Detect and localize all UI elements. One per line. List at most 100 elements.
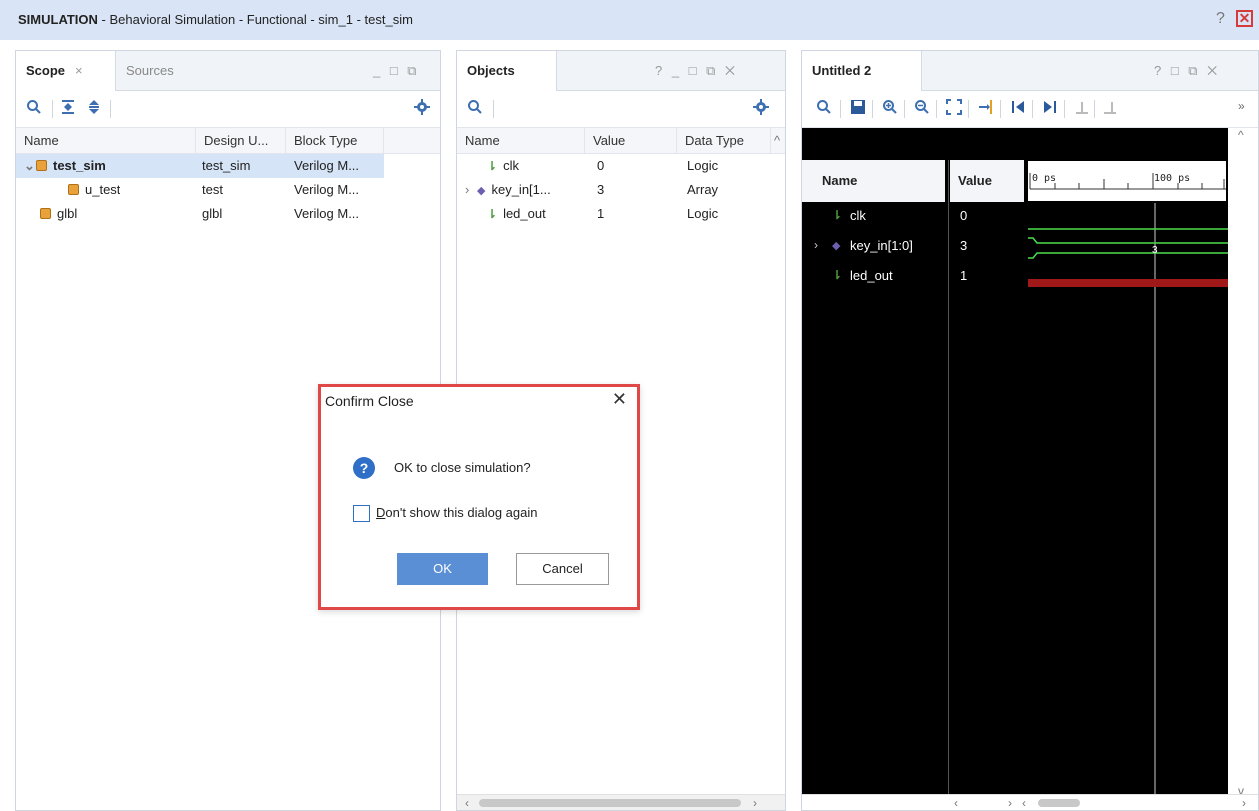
gear-icon[interactable] — [751, 99, 771, 119]
wave-vertical-scrollbar[interactable]: ^ v — [1228, 128, 1258, 810]
object-name: clk — [503, 158, 519, 173]
toolbar-separator — [110, 100, 111, 118]
wave-signal-led-out[interactable]: ⇂ led_out — [802, 263, 944, 291]
scope-toolbar — [16, 91, 440, 128]
module-icon — [40, 208, 51, 219]
objects-tab-bar: Objects ? _ □ ⧉ ✕ — [457, 51, 785, 91]
splitter-line — [948, 160, 949, 810]
tab-objects[interactable]: Objects — [457, 51, 557, 91]
toolbar-separator — [1064, 100, 1065, 118]
wave-signal-clk[interactable]: ⇂ clk — [802, 203, 944, 231]
gear-icon[interactable] — [412, 99, 432, 119]
dialog-close-button[interactable]: ✕ — [612, 389, 627, 410]
timeline-ticks — [1029, 173, 1226, 190]
objects-row-clk[interactable]: ⇂ clk 0 Logic — [457, 154, 771, 178]
scope-row-u-test[interactable]: u_test test Verilog M... — [16, 178, 384, 202]
zoom-out-icon[interactable] — [912, 99, 932, 119]
wave-value-header: Value — [950, 160, 1024, 202]
waveform-tab-bar: Untitled 2 ? □ ⧉ ✕ — [802, 51, 1258, 91]
column-header-design-unit[interactable]: Design U... — [196, 128, 286, 154]
column-header-name[interactable]: Name — [16, 128, 196, 154]
go-to-start-icon[interactable] — [1008, 99, 1028, 119]
array-signal-icon: ◆ — [477, 185, 486, 197]
zoom-in-icon[interactable] — [880, 99, 900, 119]
scroll-right-icon[interactable]: › — [753, 796, 757, 810]
search-icon[interactable] — [814, 99, 834, 119]
object-type: Array — [687, 182, 719, 197]
chevron-down-icon[interactable]: ⌄ — [24, 154, 36, 178]
scrollbar-thumb[interactable] — [1038, 799, 1080, 807]
scope-row-name: u_test — [85, 182, 121, 197]
scope-tab-bar: Scope × Sources _ □ ⧉ — [16, 51, 440, 91]
wave-signal-name: key_in[1:0] — [850, 238, 913, 253]
toolbar-separator — [968, 100, 969, 118]
previous-transition-icon[interactable] — [1072, 99, 1092, 119]
search-icon[interactable] — [24, 99, 44, 119]
column-header-block-type[interactable]: Block Type — [286, 128, 384, 154]
wave-signal-key-in[interactable]: › ◆ key_in[1:0] — [802, 233, 944, 261]
scroll-right-icon[interactable]: › — [1008, 796, 1012, 810]
object-type: Logic — [687, 206, 719, 221]
go-to-end-icon[interactable] — [1040, 99, 1060, 119]
cancel-button[interactable]: Cancel — [516, 553, 609, 585]
column-header-name[interactable]: Name — [457, 128, 585, 154]
scroll-up-icon[interactable]: ^ — [771, 128, 785, 154]
bus-value-label: 3 — [1152, 245, 1158, 256]
tab-close-icon[interactable]: × — [75, 63, 83, 78]
waveform-window-controls[interactable]: ? □ ⧉ ✕ — [1154, 63, 1220, 79]
next-transition-icon[interactable] — [1100, 99, 1120, 119]
save-icon[interactable] — [848, 99, 868, 119]
scroll-up-icon[interactable]: ^ — [1238, 128, 1244, 142]
zoom-fit-icon[interactable] — [944, 99, 964, 119]
ok-button[interactable]: OK — [397, 553, 488, 585]
help-icon[interactable]: ? — [1216, 10, 1225, 28]
tab-sources[interactable]: Sources — [116, 51, 196, 91]
scroll-right-icon[interactable]: › — [1242, 796, 1246, 810]
logic-signal-icon: ⇂ — [832, 268, 843, 282]
dont-show-again-label[interactable]: Don't show this dialog again — [376, 505, 537, 520]
wave-signal-value: 1 — [960, 268, 968, 283]
objects-horizontal-scrollbar[interactable]: ‹ › — [457, 794, 785, 810]
column-header-data-type[interactable]: Data Type — [677, 128, 771, 154]
close-window-button[interactable]: ✕ — [1236, 10, 1253, 27]
scrollbar-thumb[interactable] — [479, 799, 741, 807]
waveform-toolbar: » — [802, 91, 1258, 128]
toolbar-separator — [1032, 100, 1033, 118]
scope-row-name: glbl — [57, 206, 78, 221]
expand-all-icon[interactable] — [84, 99, 104, 119]
tab-scope[interactable]: Scope × — [16, 51, 116, 91]
tab-untitled-2[interactable]: Untitled 2 — [802, 51, 922, 91]
wave-signal-name: led_out — [850, 268, 893, 283]
objects-row-key-in[interactable]: › ◆ key_in[1... 3 Array — [457, 178, 771, 202]
go-to-cursor-icon[interactable] — [976, 99, 996, 119]
objects-row-led-out[interactable]: ⇂ led_out 1 Logic — [457, 202, 771, 226]
dialog-message: OK to close simulation? — [394, 460, 531, 475]
dont-show-again-checkbox[interactable] — [353, 505, 370, 522]
toolbar-separator — [936, 100, 937, 118]
logic-signal-icon: ⇂ — [487, 207, 498, 221]
search-icon[interactable] — [465, 99, 485, 119]
wave-name-header: Name — [802, 160, 945, 202]
waveform-panel: Untitled 2 ? □ ⧉ ✕ » ^ v Name Value 0 ps… — [801, 50, 1259, 811]
wave-timeline[interactable]: 0 ps 100 ps — [1028, 161, 1226, 201]
wave-horizontal-scrollbar[interactable]: ‹ › ‹ › — [802, 794, 1258, 810]
chevron-right-icon[interactable]: › — [465, 178, 477, 202]
module-icon — [68, 184, 79, 195]
objects-window-controls[interactable]: ? _ □ ⧉ ✕ — [655, 63, 738, 79]
chevron-right-icon[interactable]: › — [814, 238, 818, 252]
collapse-all-icon[interactable] — [58, 99, 78, 119]
scope-row-test-sim[interactable]: ⌄ test_sim test_sim Verilog M... — [16, 154, 384, 178]
scope-row-block-type: Verilog M... — [294, 206, 360, 221]
scroll-left-icon[interactable]: ‹ — [1022, 796, 1026, 810]
scroll-left-icon[interactable]: ‹ — [954, 796, 958, 810]
column-header-value[interactable]: Value — [585, 128, 677, 154]
confirm-close-dialog: Confirm Close ✕ ? OK to close simulation… — [318, 384, 640, 610]
scroll-left-icon[interactable]: ‹ — [465, 796, 469, 810]
scope-window-controls[interactable]: _ □ ⧉ — [373, 63, 420, 79]
scope-row-glbl[interactable]: glbl glbl Verilog M... — [16, 202, 384, 226]
toolbar-separator — [840, 100, 841, 118]
wave-value-header-label: Value — [958, 173, 992, 188]
objects-table-header: Name Value Data Type ^ — [457, 128, 785, 154]
object-value: 0 — [597, 158, 605, 173]
more-tools-icon[interactable]: » — [1238, 99, 1245, 113]
